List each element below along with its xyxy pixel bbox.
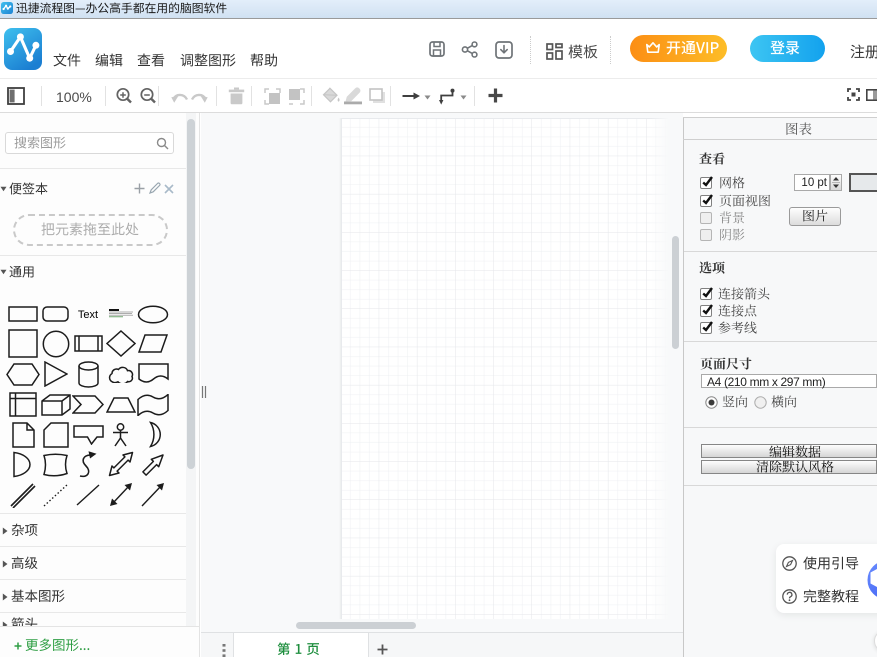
svg-text:Text: Text	[78, 309, 98, 321]
